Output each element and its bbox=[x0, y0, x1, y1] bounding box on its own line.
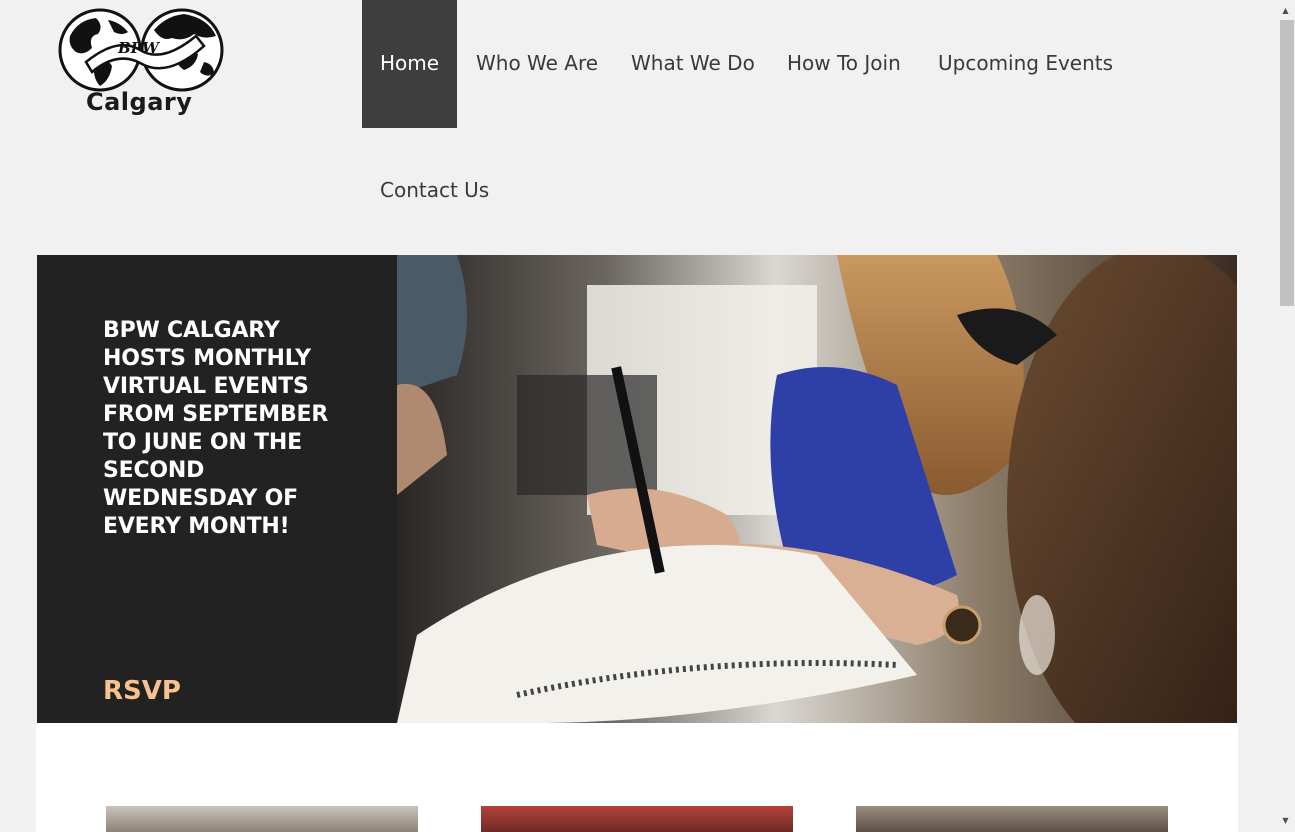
nav-home[interactable]: Home bbox=[362, 0, 458, 128]
page-scrollbar[interactable]: ▲ ▼ bbox=[1276, 0, 1295, 832]
scroll-down-icon[interactable]: ▼ bbox=[1276, 812, 1295, 830]
nav-upcoming-events[interactable]: Upcoming Events bbox=[938, 0, 1113, 128]
page: BPW Calgary Home Who We Are What We Do H… bbox=[0, 0, 1295, 832]
rsvp-link[interactable]: RSVP bbox=[103, 676, 181, 706]
hero-photo-illustration bbox=[397, 255, 1237, 723]
nav-how-to-join[interactable]: How To Join bbox=[787, 0, 901, 128]
nav-contact-us[interactable]: Contact Us bbox=[380, 127, 489, 255]
scroll-up-icon[interactable]: ▲ bbox=[1276, 2, 1295, 20]
event-photo-2[interactable] bbox=[481, 806, 793, 832]
logo-bpw-text: BPW bbox=[118, 39, 159, 57]
hero-headline: BPW CALGARY HOSTS MONTHLY VIRTUAL EVENTS… bbox=[103, 318, 329, 539]
logo-city-text: Calgary bbox=[86, 88, 193, 116]
event-photo-3[interactable] bbox=[856, 806, 1168, 832]
site-logo[interactable]: BPW Calgary bbox=[58, 6, 224, 120]
scroll-thumb[interactable] bbox=[1280, 20, 1294, 306]
content-section bbox=[36, 723, 1238, 832]
event-photo-1[interactable] bbox=[106, 806, 418, 832]
hero-photo-writing bbox=[397, 255, 1237, 723]
nav-who-we-are[interactable]: Who We Are bbox=[476, 0, 598, 128]
hero-banner: BPW CALGARY HOSTS MONTHLY VIRTUAL EVENTS… bbox=[37, 255, 1237, 723]
main-nav: Home Who We Are What We Do How To Join U… bbox=[362, 0, 1262, 254]
nav-what-we-do[interactable]: What We Do bbox=[631, 0, 755, 128]
